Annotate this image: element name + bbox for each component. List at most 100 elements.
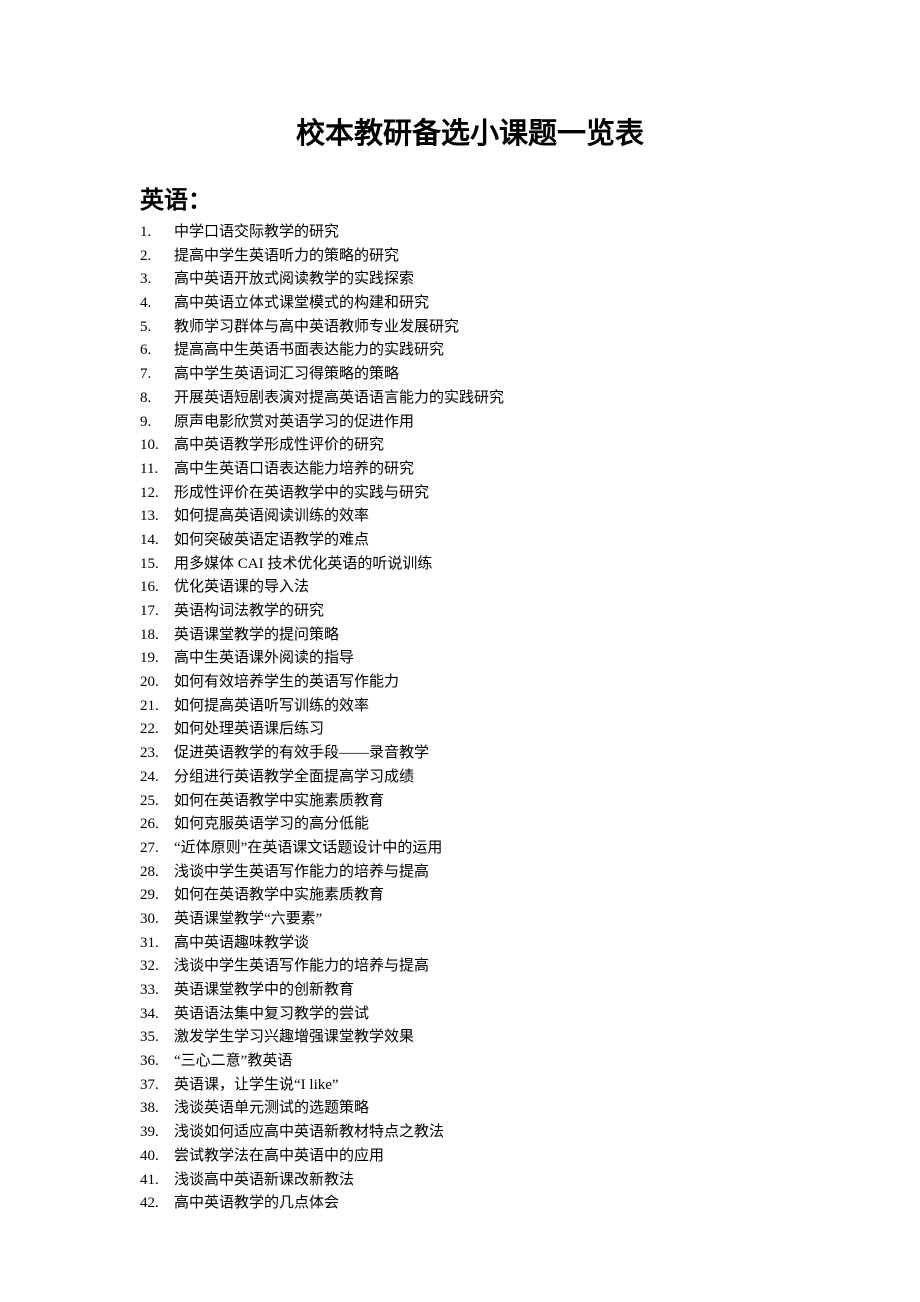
item-number: 4. — [140, 292, 174, 316]
topic-item: 26.如何克服英语学习的高分低能 — [140, 813, 800, 837]
topic-item: 7.高中学生英语词汇习得策略的策略 — [140, 363, 800, 387]
item-text: 如何在英语教学中实施素质教育 — [174, 790, 800, 814]
item-text: 英语课堂教学的提问策略 — [174, 624, 800, 648]
topic-item: 39.浅谈如何适应高中英语新教材特点之教法 — [140, 1121, 800, 1145]
item-number: 17. — [140, 600, 174, 624]
topic-item: 23.促进英语教学的有效手段——录音教学 — [140, 742, 800, 766]
item-number: 22. — [140, 718, 174, 742]
item-number: 40. — [140, 1145, 174, 1169]
document-page: 校本教研备选小课题一览表 英语： 1.中学口语交际教学的研究2.提高中学生英语听… — [0, 0, 920, 1276]
item-text: 用多媒体 CAI 技术优化英语的听说训练 — [174, 553, 800, 577]
topic-item: 37.英语课，让学生说“I like” — [140, 1074, 800, 1098]
item-text: 高中生英语课外阅读的指导 — [174, 647, 800, 671]
item-text: 高中英语教学形成性评价的研究 — [174, 434, 800, 458]
item-number: 15. — [140, 553, 174, 577]
topic-list: 1.中学口语交际教学的研究2.提高中学生英语听力的策略的研究3.高中英语开放式阅… — [140, 221, 800, 1216]
item-number: 23. — [140, 742, 174, 766]
topic-item: 18.英语课堂教学的提问策略 — [140, 624, 800, 648]
item-number: 10. — [140, 434, 174, 458]
topic-item: 14.如何突破英语定语教学的难点 — [140, 529, 800, 553]
item-text: 高中英语开放式阅读教学的实践探索 — [174, 268, 800, 292]
item-number: 8. — [140, 387, 174, 411]
item-text: 英语课，让学生说“I like” — [174, 1074, 800, 1098]
item-number: 21. — [140, 695, 174, 719]
topic-item: 4.高中英语立体式课堂模式的构建和研究 — [140, 292, 800, 316]
item-number: 7. — [140, 363, 174, 387]
item-text: 提高中学生英语听力的策略的研究 — [174, 245, 800, 269]
item-text: “三心二意”教英语 — [174, 1050, 800, 1074]
topic-item: 32.浅谈中学生英语写作能力的培养与提高 — [140, 955, 800, 979]
topic-item: 31.高中英语趣味教学谈 — [140, 932, 800, 956]
topic-item: 19.高中生英语课外阅读的指导 — [140, 647, 800, 671]
topic-item: 3.高中英语开放式阅读教学的实践探索 — [140, 268, 800, 292]
topic-item: 8.开展英语短剧表演对提高英语语言能力的实践研究 — [140, 387, 800, 411]
item-number: 41. — [140, 1169, 174, 1193]
topic-item: 21.如何提高英语听写训练的效率 — [140, 695, 800, 719]
item-number: 30. — [140, 908, 174, 932]
item-text: 高中英语立体式课堂模式的构建和研究 — [174, 292, 800, 316]
item-number: 13. — [140, 505, 174, 529]
item-number: 12. — [140, 482, 174, 506]
topic-item: 42.高中英语教学的几点体会 — [140, 1192, 800, 1216]
item-text: 浅谈中学生英语写作能力的培养与提高 — [174, 955, 800, 979]
topic-item: 9.原声电影欣赏对英语学习的促进作用 — [140, 411, 800, 435]
item-number: 9. — [140, 411, 174, 435]
topic-item: 15.用多媒体 CAI 技术优化英语的听说训练 — [140, 553, 800, 577]
topic-item: 35.激发学生学习兴趣增强课堂教学效果 — [140, 1026, 800, 1050]
topic-item: 29.如何在英语教学中实施素质教育 — [140, 884, 800, 908]
item-number: 25. — [140, 790, 174, 814]
item-number: 11. — [140, 458, 174, 482]
item-number: 33. — [140, 979, 174, 1003]
item-number: 14. — [140, 529, 174, 553]
topic-item: 41.浅谈高中英语新课改新教法 — [140, 1169, 800, 1193]
item-text: 如何提高英语听写训练的效率 — [174, 695, 800, 719]
item-text: 中学口语交际教学的研究 — [174, 221, 800, 245]
item-text: 如何处理英语课后练习 — [174, 718, 800, 742]
item-number: 24. — [140, 766, 174, 790]
section-header: 英语： — [140, 180, 800, 215]
item-number: 38. — [140, 1097, 174, 1121]
item-text: 高中英语趣味教学谈 — [174, 932, 800, 956]
item-number: 1. — [140, 221, 174, 245]
topic-item: 24.分组进行英语教学全面提高学习成绩 — [140, 766, 800, 790]
topic-item: 2.提高中学生英语听力的策略的研究 — [140, 245, 800, 269]
item-number: 32. — [140, 955, 174, 979]
topic-item: 40.尝试教学法在高中英语中的应用 — [140, 1145, 800, 1169]
item-number: 31. — [140, 932, 174, 956]
topic-item: 27.“近体原则”在英语课文话题设计中的运用 — [140, 837, 800, 861]
topic-item: 17.英语构词法教学的研究 — [140, 600, 800, 624]
topic-item: 33.英语课堂教学中的创新教育 — [140, 979, 800, 1003]
item-text: 浅谈高中英语新课改新教法 — [174, 1169, 800, 1193]
topic-item: 38.浅谈英语单元测试的选题策略 — [140, 1097, 800, 1121]
item-number: 39. — [140, 1121, 174, 1145]
item-text: “近体原则”在英语课文话题设计中的运用 — [174, 837, 800, 861]
item-number: 27. — [140, 837, 174, 861]
item-text: 高中学生英语词汇习得策略的策略 — [174, 363, 800, 387]
item-text: 浅谈中学生英语写作能力的培养与提高 — [174, 861, 800, 885]
item-text: 高中生英语口语表达能力培养的研究 — [174, 458, 800, 482]
item-text: 原声电影欣赏对英语学习的促进作用 — [174, 411, 800, 435]
item-text: 如何克服英语学习的高分低能 — [174, 813, 800, 837]
item-text: 浅谈如何适应高中英语新教材特点之教法 — [174, 1121, 800, 1145]
item-text: 优化英语课的导入法 — [174, 576, 800, 600]
topic-item: 36.“三心二意”教英语 — [140, 1050, 800, 1074]
topic-item: 11.高中生英语口语表达能力培养的研究 — [140, 458, 800, 482]
topic-item: 34.英语语法集中复习教学的尝试 — [140, 1003, 800, 1027]
item-number: 26. — [140, 813, 174, 837]
item-text: 促进英语教学的有效手段——录音教学 — [174, 742, 800, 766]
item-text: 提高高中生英语书面表达能力的实践研究 — [174, 339, 800, 363]
item-number: 18. — [140, 624, 174, 648]
item-text: 英语语法集中复习教学的尝试 — [174, 1003, 800, 1027]
item-text: 如何有效培养学生的英语写作能力 — [174, 671, 800, 695]
item-text: 高中英语教学的几点体会 — [174, 1192, 800, 1216]
item-text: 如何突破英语定语教学的难点 — [174, 529, 800, 553]
item-text: 浅谈英语单元测试的选题策略 — [174, 1097, 800, 1121]
item-number: 19. — [140, 647, 174, 671]
item-number: 5. — [140, 316, 174, 340]
document-title: 校本教研备选小课题一览表 — [140, 110, 800, 152]
item-number: 34. — [140, 1003, 174, 1027]
item-text: 英语课堂教学中的创新教育 — [174, 979, 800, 1003]
item-text: 英语构词法教学的研究 — [174, 600, 800, 624]
item-text: 如何提高英语阅读训练的效率 — [174, 505, 800, 529]
item-number: 42. — [140, 1192, 174, 1216]
